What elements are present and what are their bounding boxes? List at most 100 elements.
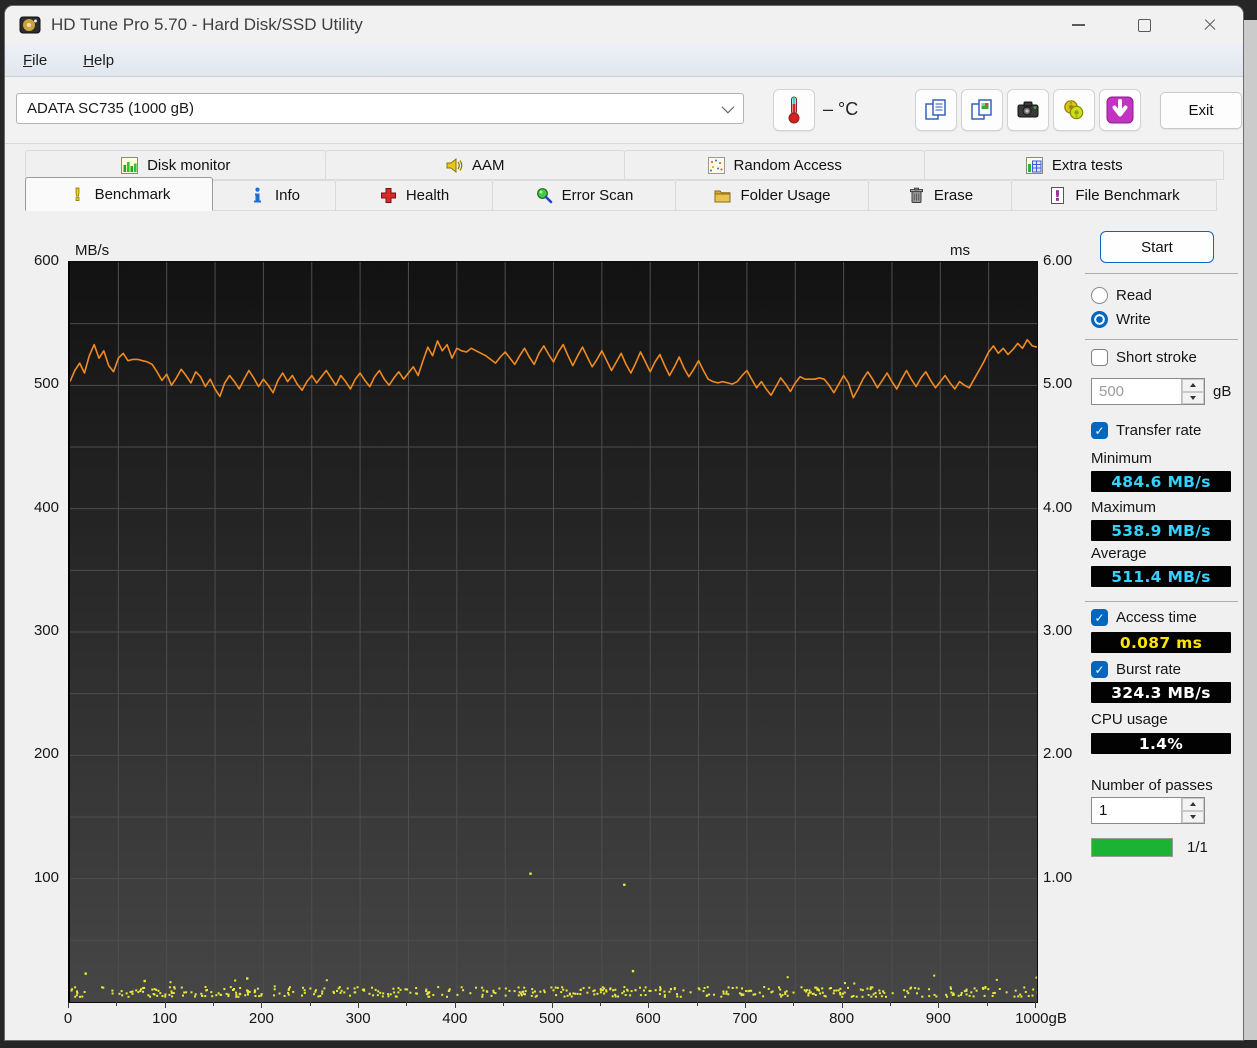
tab-label: Extra tests (1051, 156, 1123, 174)
x-axis-tick: 600 (635, 1010, 661, 1027)
passes-value[interactable]: 1 (1092, 798, 1181, 823)
short-stroke-size-stepper[interactable]: 500 (1091, 378, 1205, 405)
transfer-rate-checkbox-box[interactable]: ✓ (1091, 422, 1108, 439)
tab-label: Info (274, 187, 301, 204)
menu-item-file[interactable]: File (23, 52, 47, 69)
short-stroke-label: Short stroke (1116, 349, 1197, 366)
burst-rate-label: Burst rate (1116, 661, 1182, 678)
read-radio-circle[interactable] (1091, 287, 1108, 304)
x-axis-tick: 500 (538, 1010, 565, 1027)
menu-bar: File Help (5, 44, 1243, 77)
drive-select[interactable]: ADATA SC735 (1000 gB) (16, 93, 744, 124)
minimize-button[interactable] (1045, 6, 1111, 44)
tab-random-access[interactable]: Random Access (624, 150, 925, 180)
read-radio-label: Read (1116, 287, 1152, 304)
short-stroke-checkbox[interactable]: Short stroke (1091, 349, 1197, 366)
svg-text:!: ! (73, 185, 81, 204)
x-axis-tick-mark (744, 1002, 746, 1008)
tab-error-scan[interactable]: Error Scan (492, 180, 676, 211)
x-axis-tick-mark (599, 1002, 601, 1006)
x-axis-tick-mark (68, 1002, 69, 1008)
average-label: Average (1091, 545, 1147, 562)
tab-info[interactable]: Info (212, 180, 336, 211)
tab-disk-monitor[interactable]: Disk monitor (25, 150, 326, 180)
exit-button[interactable]: Exit (1160, 92, 1242, 129)
left-axis-tick: 400 (33, 498, 59, 516)
left-axis-unit: MB/s (75, 242, 110, 259)
benchmark-content: Start Read Write Short stroke 500 gB ✓ T… (5, 211, 1243, 1040)
tab-row-primary: ! Benchmark Info Health Error Scan Folder Usa… (25, 177, 1223, 211)
random-access-icon (707, 156, 726, 175)
x-axis-tick: 100 (152, 1010, 178, 1027)
left-axis-tick: 100 (33, 868, 59, 886)
tab-label: Benchmark (94, 185, 171, 203)
file-benchmark-icon: ! (1048, 186, 1067, 205)
burst-rate-checkbox[interactable]: ✓ Burst rate (1091, 661, 1181, 678)
write-radio[interactable]: Write (1091, 311, 1151, 328)
tab-folder-usage[interactable]: Folder Usage (675, 180, 869, 211)
save-results-button[interactable] (1099, 89, 1141, 131)
left-axis-tick: 200 (33, 745, 59, 763)
short-stroke-size-value[interactable]: 500 (1092, 379, 1181, 404)
close-button[interactable] (1177, 6, 1243, 44)
transfer-rate-checkbox[interactable]: ✓ Transfer rate (1091, 422, 1201, 439)
temperature-button[interactable] (773, 89, 815, 131)
coins-button[interactable] (1053, 89, 1095, 131)
right-axis-tick: 3.00 (1043, 621, 1073, 639)
cpu-usage-label: CPU usage (1091, 711, 1168, 728)
x-axis-tick-mark (358, 1002, 360, 1008)
maximize-icon (1137, 18, 1151, 32)
maximum-display: 538.9 MB/s (1091, 520, 1231, 541)
average-display: 511.4 MB/s (1091, 566, 1231, 587)
right-axis-tick: 5.00 (1043, 375, 1073, 393)
tab-aam[interactable]: AAM (324, 150, 625, 180)
burst-rate-checkbox-box[interactable]: ✓ (1091, 661, 1108, 678)
tab-label: Disk monitor (147, 156, 231, 174)
tab-file-benchmark[interactable]: ! File Benchmark (1011, 180, 1217, 211)
tab-health[interactable]: Health (335, 180, 493, 211)
read-radio[interactable]: Read (1091, 287, 1152, 304)
copy-image-icon (969, 97, 995, 123)
screenshot-button[interactable] (1007, 89, 1049, 131)
x-axis-tick: 400 (442, 1010, 468, 1027)
x-axis-tick-mark (164, 1002, 166, 1008)
right-axis-tick: 1.00 (1043, 868, 1073, 886)
short-stroke-checkbox-box[interactable] (1091, 349, 1108, 366)
tab-benchmark[interactable]: ! Benchmark (25, 177, 213, 211)
copy-image-button[interactable] (961, 89, 1003, 131)
left-axis-tick: 600 (33, 252, 59, 269)
tab-label: Health (405, 187, 450, 204)
tab-erase[interactable]: Erase (868, 180, 1012, 211)
access-time-checkbox[interactable]: ✓ Access time (1091, 609, 1197, 626)
stepper-up-button[interactable] (1182, 798, 1204, 811)
x-axis-tick: 300 (345, 1010, 371, 1027)
x-axis-tick-mark (213, 1002, 215, 1006)
start-button[interactable]: Start (1100, 231, 1214, 263)
tab-label: Error Scan (561, 187, 634, 204)
copy-text-button[interactable] (915, 89, 957, 131)
stepper-down-button[interactable] (1182, 391, 1204, 404)
minimum-display: 484.6 MB/s (1091, 471, 1231, 492)
app-window: HD Tune Pro 5.70 - Hard Disk/SSD Utility… (5, 6, 1243, 1040)
maximize-button[interactable] (1111, 6, 1177, 44)
x-axis-tick-mark (1035, 1002, 1036, 1008)
x-axis-tick-mark (793, 1002, 795, 1006)
window-title: HD Tune Pro 5.70 - Hard Disk/SSD Utility (51, 15, 363, 34)
stepper-down-button[interactable] (1182, 810, 1204, 823)
passes-stepper[interactable]: 1 (1091, 797, 1205, 824)
title-bar: HD Tune Pro 5.70 - Hard Disk/SSD Utility (5, 6, 1243, 44)
x-axis-tick-mark (503, 1002, 505, 1006)
x-axis-tick-mark (406, 1002, 408, 1006)
x-axis-tick-mark (309, 1002, 311, 1006)
access-time-display: 0.087 ms (1091, 632, 1231, 653)
tab-extra-tests[interactable]: Extra tests (923, 150, 1224, 180)
access-time-checkbox-box[interactable]: ✓ (1091, 609, 1108, 626)
x-axis-tick: 0 (63, 1010, 73, 1027)
stepper-up-button[interactable] (1182, 379, 1204, 392)
write-radio-circle[interactable] (1091, 311, 1108, 328)
x-axis-tick-mark (696, 1002, 698, 1006)
extra-tests-icon (1025, 156, 1044, 175)
minimum-label: Minimum (1091, 450, 1152, 467)
svg-text:!: ! (1055, 190, 1061, 205)
menu-item-help[interactable]: Help (83, 52, 114, 69)
